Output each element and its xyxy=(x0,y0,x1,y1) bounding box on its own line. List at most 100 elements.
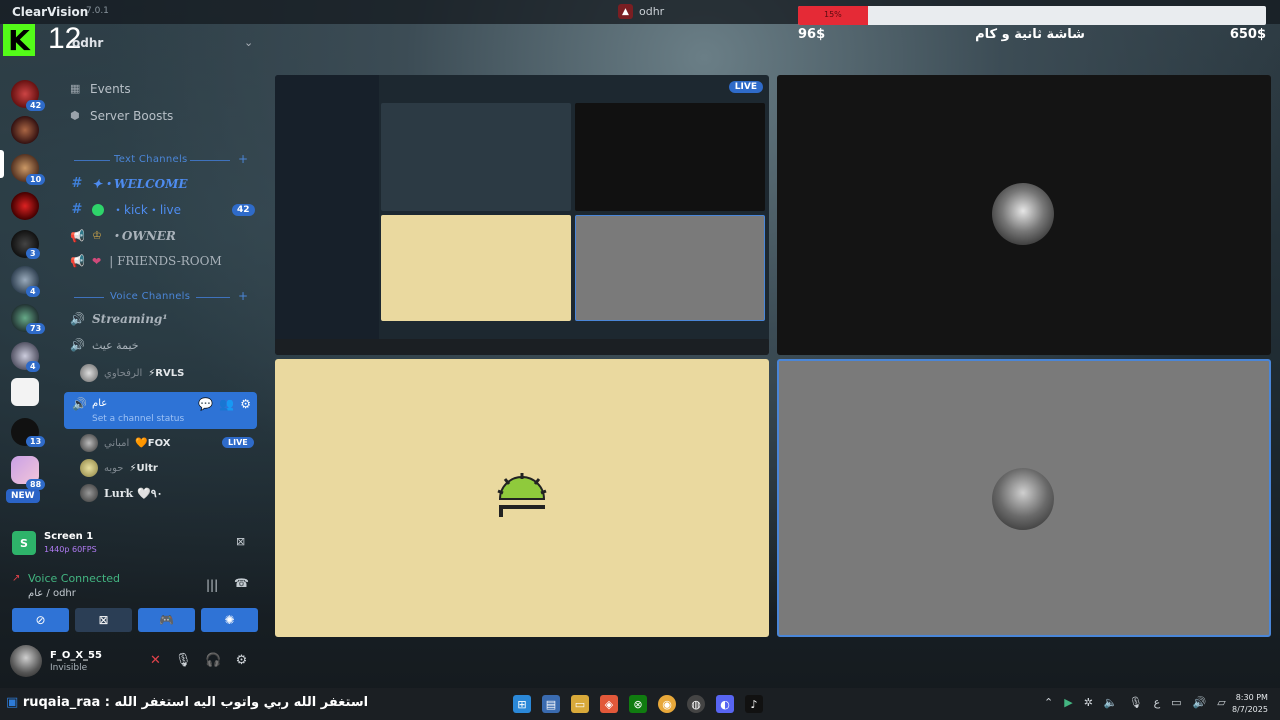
stream-tile-user-dark[interactable] xyxy=(777,75,1271,355)
stream-tile-user-grey[interactable] xyxy=(777,359,1271,637)
clock[interactable]: 8:30 PM 8/7/2025 xyxy=(1232,692,1268,716)
app-title: ClearVision xyxy=(12,5,89,19)
donation-progress-bar: 15% xyxy=(798,6,1266,25)
language-indicator[interactable]: ع xyxy=(1154,696,1161,709)
heart-icon: ❤ xyxy=(92,254,102,268)
voice-member-fox[interactable]: امباني 🧡FOX xyxy=(80,434,170,452)
channel-sidebar: odhr ⌄ ▦ Events ⬢ Server Boosts Text Cha… xyxy=(56,24,266,514)
channel-friends-room[interactable]: 📢 ❤ | FRIENDS-ROOM xyxy=(70,254,222,268)
noise-suppression-icon[interactable]: ||| xyxy=(206,578,218,592)
camera-off-button[interactable]: ⊘ xyxy=(12,608,69,632)
chat-ticker: ▣ ruqaia_raa : استغفر الله ربي واتوب الي… xyxy=(6,695,368,710)
display-icon[interactable]: ▭ xyxy=(1171,696,1181,709)
bluetooth-icon[interactable]: ✲ xyxy=(1084,696,1093,709)
server-icon-2[interactable] xyxy=(11,116,39,144)
chrome-icon[interactable]: ◉ xyxy=(658,695,676,713)
user-status: Invisible xyxy=(50,663,88,673)
network-icon[interactable]: ▱ xyxy=(1217,696,1225,709)
discord-icon[interactable]: ◐ xyxy=(716,695,734,713)
channel-kick-live[interactable]: # ・kick・live xyxy=(70,201,181,218)
store-icon[interactable]: ▤ xyxy=(542,695,560,713)
screen-share-panel: S Screen 1 1440p 60FPS ⊠ xyxy=(12,529,257,559)
screen-icon: S xyxy=(12,531,36,555)
green-dot-icon xyxy=(92,203,104,216)
soundboard-button[interactable]: ✺ xyxy=(201,608,258,632)
file-explorer-icon[interactable]: ▭ xyxy=(571,695,589,713)
stream-tile-user-yellow[interactable] xyxy=(275,359,769,637)
voice-channel-streaming[interactable]: 🔊 Streaming¹ xyxy=(70,312,168,326)
nav-server-boosts[interactable]: ⬢ Server Boosts xyxy=(70,109,173,123)
clock-date: 8/7/2025 xyxy=(1232,705,1268,714)
camera-muted-icon[interactable]: ✕ xyxy=(150,653,161,668)
play-icon[interactable]: ▶ xyxy=(1064,696,1072,709)
headphones-icon[interactable]: 🎧 xyxy=(205,653,221,668)
new-badge[interactable]: NEW xyxy=(6,489,40,503)
avatar[interactable] xyxy=(10,645,42,677)
stop-screen-share-button[interactable]: ⊠ xyxy=(75,608,132,632)
server-name-header[interactable]: odhr xyxy=(72,36,103,50)
add-channel-icon[interactable]: + xyxy=(238,152,248,166)
ticker-username: ruqaia_raa : xyxy=(22,695,110,710)
voice-member-ultr[interactable]: حوبه ⚡Ultr xyxy=(80,459,158,477)
announcement-icon: 📢 xyxy=(70,254,85,268)
clock-time: 8:30 PM xyxy=(1235,693,1268,702)
screen-x-icon: ⊠ xyxy=(98,613,109,627)
server-badge: 3 xyxy=(26,248,40,259)
kick-logo-icon: K xyxy=(3,24,35,57)
username: F_O_X_55 xyxy=(50,650,102,661)
active-voice-channel[interactable]: 🔊 عام Set a channel status 💬 👥 ⚙ xyxy=(64,392,257,429)
server-badge: 73 xyxy=(26,323,46,334)
server-badge: 10 xyxy=(26,174,46,185)
chat-icon[interactable]: 💬 xyxy=(198,397,213,411)
donation-goal-amount: 650$ xyxy=(1229,27,1266,42)
speaker-icon: 🔊 xyxy=(70,312,85,326)
xbox-icon[interactable]: ⊗ xyxy=(629,695,647,713)
microphone-icon[interactable]: 🎙 xyxy=(1129,696,1143,709)
invite-icon[interactable]: 👥 xyxy=(219,397,234,411)
avatar xyxy=(80,434,98,452)
stop-stream-icon[interactable]: ⊠ xyxy=(236,535,245,548)
microphone-icon[interactable]: 🎙 xyxy=(175,653,192,668)
tiktok-icon[interactable]: ♪ xyxy=(745,695,763,713)
user-panel: F_O_X_55 Invisible ✕ 🎙 🎧 ⚙ xyxy=(10,645,260,679)
category-voice-channels[interactable]: Voice Channels xyxy=(110,291,190,302)
avatar xyxy=(992,183,1054,245)
stream-tile-screen[interactable]: LIVE xyxy=(275,75,769,355)
disconnect-icon[interactable]: ☎ xyxy=(234,576,249,590)
category-divider xyxy=(196,297,230,298)
system-tray: ⌃ ▶ ✲ 🔈 🎙 ع ▭ 🔊 ▱ xyxy=(1044,696,1226,709)
signal-icon[interactable]: ↗ xyxy=(12,573,20,584)
speaker-icon[interactable]: 🔈 xyxy=(1104,696,1118,709)
channel-owner[interactable]: 📢 ♔ ・OWNER xyxy=(70,227,176,244)
hash-icon: # xyxy=(71,176,83,191)
windows-start-icon[interactable]: ⊞ xyxy=(513,695,531,713)
hash-icon: # xyxy=(71,202,83,217)
screen-share-quality: 1440p 60FPS xyxy=(44,545,97,554)
voice-channel-tent[interactable]: 🔊 خيمة عيث xyxy=(70,338,139,352)
server-rail: 42 10 3 4 73 4 13 88 xyxy=(0,70,52,520)
voice-connected-status: Voice Connected xyxy=(28,572,121,585)
donation-goal-title: شاشة ثانية و كام xyxy=(975,27,1085,42)
chevron-down-icon[interactable]: ⌄ xyxy=(244,36,253,49)
steam-icon[interactable]: ◍ xyxy=(687,695,705,713)
brave-browser-icon[interactable]: ◈ xyxy=(600,695,618,713)
gear-icon[interactable]: ⚙ xyxy=(236,653,248,668)
volume-icon[interactable]: 🔊 xyxy=(1193,696,1207,709)
voice-member-lurk[interactable]: Lurk 🤍٩٠ xyxy=(80,484,163,502)
activities-button[interactable]: 🎮 xyxy=(138,608,195,632)
chevron-up-icon[interactable]: ⌃ xyxy=(1044,696,1053,709)
channel-status-placeholder[interactable]: Set a channel status xyxy=(92,414,184,424)
voice-location[interactable]: عام / odhr xyxy=(28,588,76,599)
channel-welcome[interactable]: # ✦・WELCOME xyxy=(70,175,188,192)
nav-events[interactable]: ▦ Events xyxy=(70,82,131,96)
server-icon-4[interactable] xyxy=(11,192,39,220)
add-voice-channel-icon[interactable]: + xyxy=(238,289,248,303)
smiling-sun-logo-icon xyxy=(497,473,547,517)
camera-off-icon: ⊘ xyxy=(35,613,46,627)
nested-screen-preview xyxy=(275,75,769,355)
server-icon-9[interactable] xyxy=(11,378,39,406)
live-badge: LIVE xyxy=(728,81,763,93)
category-text-channels[interactable]: Text Channels xyxy=(114,154,188,165)
voice-member-rvls[interactable]: الرفحاوي ⚡RVLS xyxy=(80,364,184,382)
gear-icon[interactable]: ⚙ xyxy=(240,397,251,411)
